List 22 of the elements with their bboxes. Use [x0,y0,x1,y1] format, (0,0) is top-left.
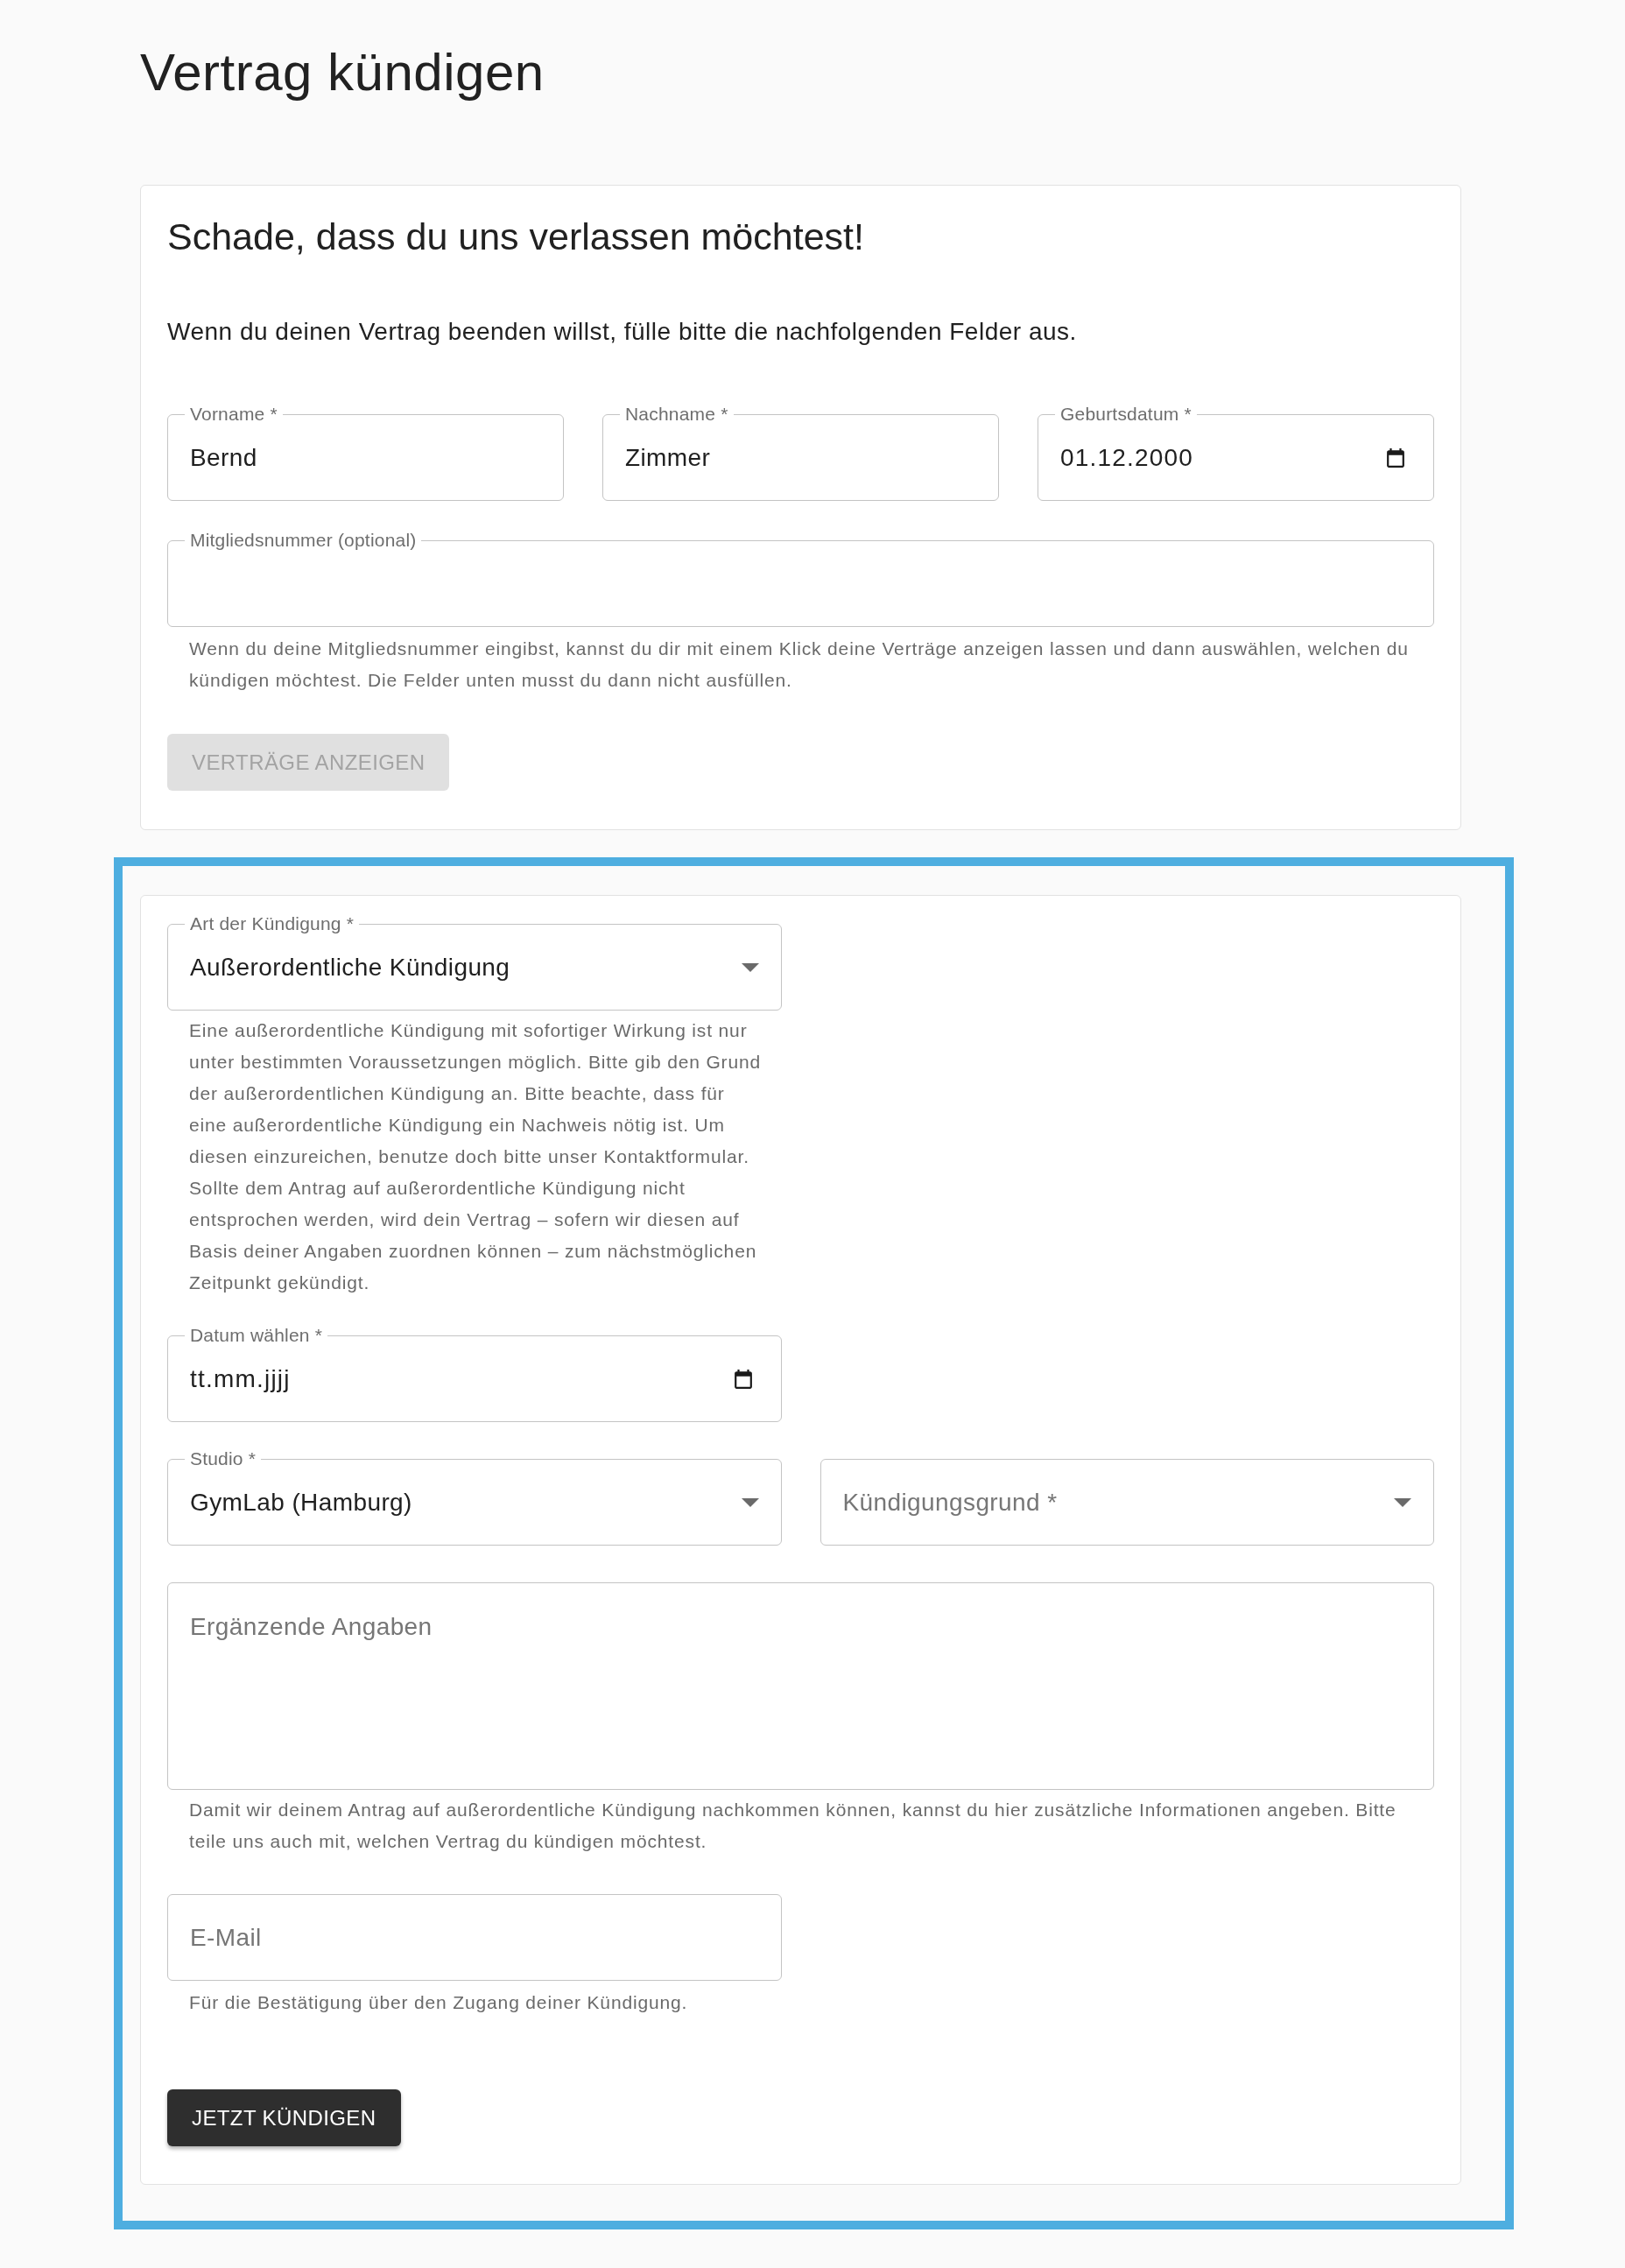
dropdown-field[interactable]: Studio * GymLab (Hamburg) [167,1449,782,1546]
text-field[interactable]: Mitgliedsnummer (optional) [167,531,1434,627]
helper-text: Damit wir deinem Antrag auf außerordentliche Kündigung nachkommen können, kannst du hier zusätzliche Informationen angeben. Bitte teile uns auch mit, welchen Vertrag du kündigen möchtest. [189,1799,1397,1853]
intro-text: Wenn du deinen Vertrag beenden willst, fülle bitte die nachfolgenden Felder aus. [167,317,1077,347]
page-title: Vertrag kündigen [140,44,545,102]
caret-icon [741,962,759,972]
helper-text: Für die Bestätigung über den Zugang deiner Kündigung. [189,1991,689,2014]
date-field[interactable]: Datum wählen * tt.mm.jjjj [167,1326,782,1422]
dropdown-field[interactable]: Art der Kündigung * Außerordentliche Kündigung [167,914,782,1011]
textarea-field[interactable]: Ergänzende Angaben [167,1582,1434,1790]
helper-text: Wenn du deine Mitgliedsnummer eingibst, kannst du dir mit einem Klick deine Verträge anzeigen lassen und dann auswählen, welchen du kündigen möchtest. Die Felder unten musst du dann nicht ausfüllen. [189,637,1410,692]
text-field[interactable]: E-Mail [167,1894,782,1981]
calendar-icon[interactable] [734,1369,752,1389]
calendar-icon[interactable] [1387,447,1404,468]
caret-icon [741,1497,759,1507]
caret-icon [1394,1497,1411,1507]
submit-button[interactable]: JETZT KÜNDIGEN [167,2089,401,2146]
text-field[interactable]: Nachname * Zimmer [602,405,999,501]
dropdown-field[interactable]: Kündigungsgrund * [820,1459,1434,1546]
helper-text: Eine außerordentliche Kündigung mit sofortiger Wirkung ist nur unter bestimmten Voraussetzungen möglich. Bitte gib den Grund der außerordentlichen Kündigung an. Bitte beachte, dass für eine außerordentliche Kündigung ein Nachweis nötig ist. Um diesen einzureichen, benutze doch bitte unser Kontaktformular. Sollte dem Antrag auf außerordentliche Kündigung nicht entsprochen werden, wird dein Vertrag – sofern wir diesen auf Basis deiner Angaben zuordnen können – zum nächstmöglichen Zeitpunkt gekündigt. [189,1019,763,1294]
card-heading: Schade, dass du uns verlassen möchtest! [167,215,864,257]
date-field[interactable]: Geburtsdatum * 01.12.2000 [1038,405,1434,501]
